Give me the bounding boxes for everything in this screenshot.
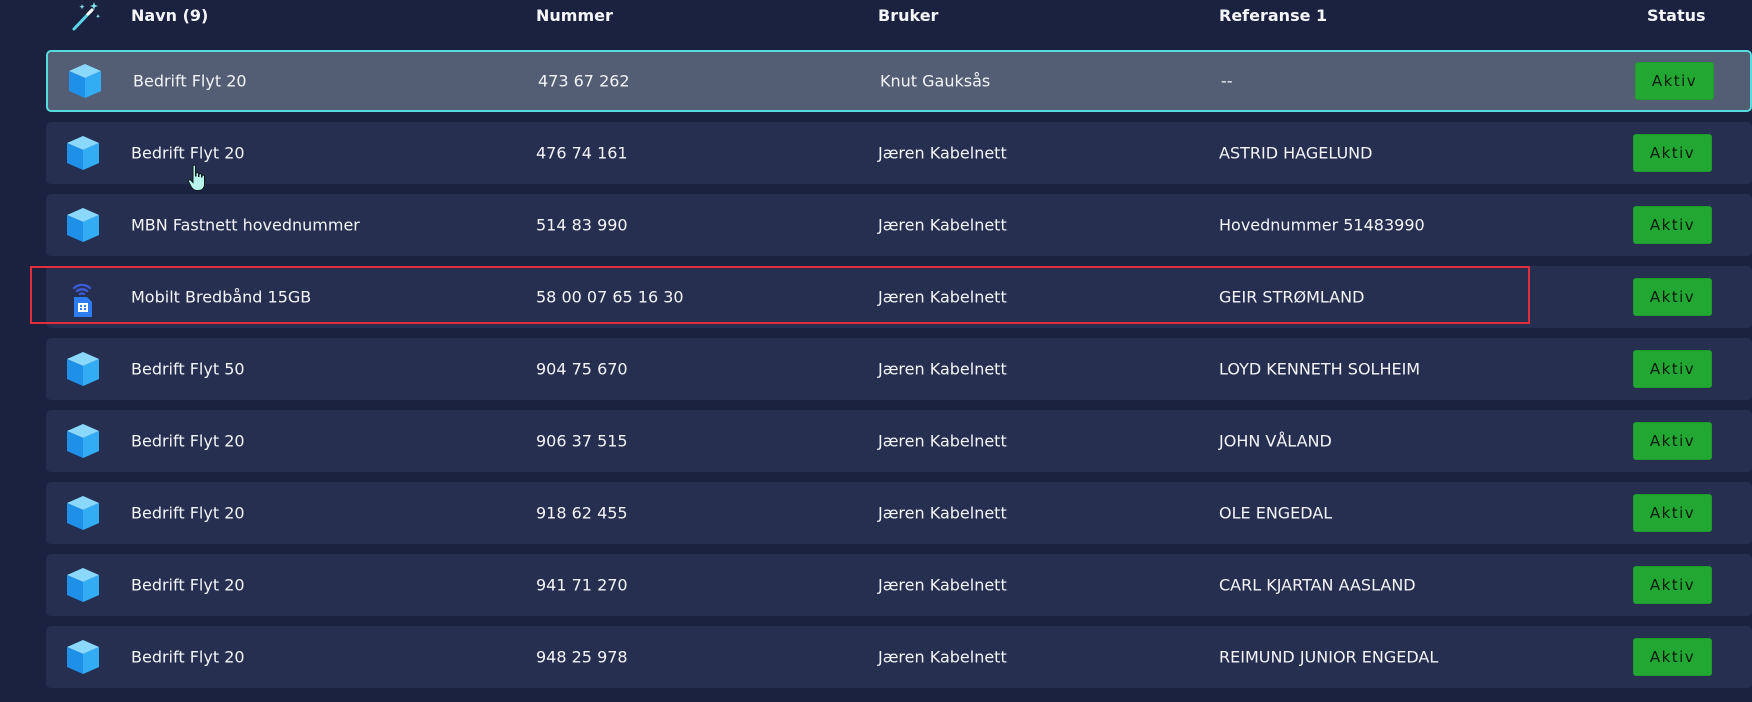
row-reference: LOYD KENNETH SOLHEIM — [1219, 359, 1421, 379]
row-reference: GEIR STRØMLAND — [1219, 287, 1365, 307]
status-button[interactable]: Aktiv — [1633, 422, 1712, 460]
row-name: Mobilt Bredbånd 15GB — [131, 287, 312, 307]
row-name: Bedrift Flyt 20 — [131, 503, 245, 523]
status-button[interactable]: Aktiv — [1633, 350, 1712, 388]
row-user: Jæren Kabelnett — [878, 143, 1007, 163]
column-header-user[interactable]: Bruker — [878, 6, 938, 25]
row-name: Bedrift Flyt 20 — [133, 71, 247, 91]
row-user: Jæren Kabelnett — [878, 215, 1007, 235]
row-user: Jæren Kabelnett — [878, 575, 1007, 595]
row-user: Jæren Kabelnett — [878, 431, 1007, 451]
status-button[interactable]: Aktiv — [1633, 566, 1712, 604]
column-header-name[interactable]: Navn (9) — [131, 6, 208, 25]
table-row[interactable]: Bedrift Flyt 20 473 67 262 Knut Gauksås … — [46, 50, 1752, 112]
status-button[interactable]: Aktiv — [1633, 134, 1712, 172]
column-header-number[interactable]: Nummer — [536, 6, 613, 25]
row-reference: Hovednummer 51483990 — [1219, 215, 1425, 235]
row-name: Bedrift Flyt 20 — [131, 575, 245, 595]
row-user: Knut Gauksås — [880, 71, 991, 91]
table-row[interactable]: Bedrift Flyt 20 948 25 978 Jæren Kabelne… — [46, 626, 1752, 688]
row-name: Bedrift Flyt 20 — [131, 143, 245, 163]
table-row[interactable]: Mobilt Bredbånd 15GB 58 00 07 65 16 30 J… — [46, 266, 1752, 328]
table-row[interactable]: Bedrift Flyt 20 476 74 161 Jæren Kabelne… — [46, 122, 1752, 184]
table-row[interactable]: Bedrift Flyt 20 918 62 455 Jæren Kabelne… — [46, 482, 1752, 544]
row-number: 904 75 670 — [536, 359, 628, 379]
table-header: Navn (9) Nummer Bruker Referanse 1 Statu… — [0, 0, 1752, 34]
row-name: Bedrift Flyt 20 — [131, 431, 245, 451]
cube-icon — [67, 568, 99, 602]
row-number: 473 67 262 — [538, 71, 630, 91]
status-button[interactable]: Aktiv — [1633, 638, 1712, 676]
status-button[interactable]: Aktiv — [1635, 62, 1714, 100]
magic-wand-icon[interactable] — [68, 0, 102, 32]
row-reference: REIMUND JUNIOR ENGEDAL — [1219, 647, 1439, 667]
row-user: Jæren Kabelnett — [878, 287, 1007, 307]
row-number: 58 00 07 65 16 30 — [536, 287, 684, 307]
column-header-reference[interactable]: Referanse 1 — [1219, 6, 1327, 25]
cube-icon — [67, 424, 99, 458]
row-user: Jæren Kabelnett — [878, 647, 1007, 667]
row-reference: OLE ENGEDAL — [1219, 503, 1333, 523]
cube-icon — [67, 208, 99, 242]
row-name: Bedrift Flyt 50 — [131, 359, 245, 379]
row-user: Jæren Kabelnett — [878, 359, 1007, 379]
row-user: Jæren Kabelnett — [878, 503, 1007, 523]
table-row[interactable]: Bedrift Flyt 20 906 37 515 Jæren Kabelne… — [46, 410, 1752, 472]
row-number: 906 37 515 — [536, 431, 628, 451]
row-number: 514 83 990 — [536, 215, 628, 235]
row-number: 918 62 455 — [536, 503, 628, 523]
column-header-status[interactable]: Status — [1647, 6, 1706, 25]
row-reference: -- — [1221, 71, 1233, 91]
cube-icon — [67, 352, 99, 386]
row-number: 476 74 161 — [536, 143, 628, 163]
cube-icon — [67, 640, 99, 674]
status-button[interactable]: Aktiv — [1633, 278, 1712, 316]
hand-cursor-icon — [187, 164, 205, 191]
cube-icon — [67, 496, 99, 530]
sim-card-wireless-icon — [72, 283, 92, 317]
row-reference: ASTRID HAGELUND — [1219, 143, 1373, 163]
table-row[interactable]: MBN Fastnett hovednummer 514 83 990 Jære… — [46, 194, 1752, 256]
row-reference: CARL KJARTAN AASLAND — [1219, 575, 1416, 595]
row-number: 948 25 978 — [536, 647, 628, 667]
cube-icon — [69, 64, 101, 98]
row-reference: JOHN VÅLAND — [1219, 431, 1332, 451]
row-name: MBN Fastnett hovednummer — [131, 215, 360, 235]
table-row[interactable]: Bedrift Flyt 50 904 75 670 Jæren Kabelne… — [46, 338, 1752, 400]
table-row[interactable]: Bedrift Flyt 20 941 71 270 Jæren Kabelne… — [46, 554, 1752, 616]
subscription-table: Navn (9) Nummer Bruker Referanse 1 Statu… — [0, 0, 1752, 702]
row-number: 941 71 270 — [536, 575, 628, 595]
row-name: Bedrift Flyt 20 — [131, 647, 245, 667]
status-button[interactable]: Aktiv — [1633, 494, 1712, 532]
status-button[interactable]: Aktiv — [1633, 206, 1712, 244]
cube-icon — [67, 136, 99, 170]
